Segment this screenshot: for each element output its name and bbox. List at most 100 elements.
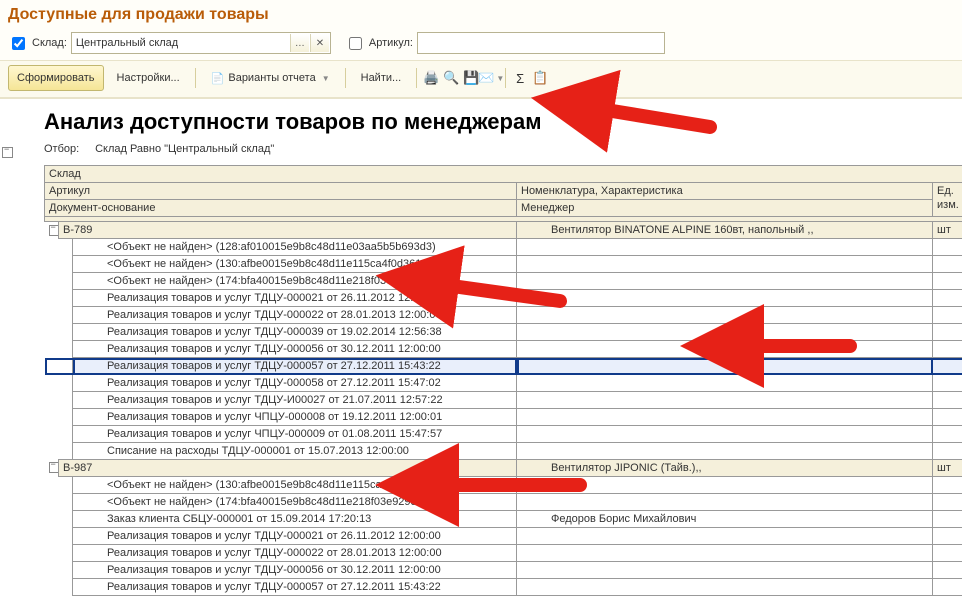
- art-input[interactable]: [417, 32, 665, 54]
- document-row[interactable]: Реализация товаров и услуг ТДЦУ-000058 о…: [45, 375, 962, 392]
- cell-manager: [517, 341, 933, 358]
- col-manager: Менеджер: [517, 200, 933, 217]
- group-article[interactable]: В-987: [59, 460, 517, 477]
- group-collapse[interactable]: [49, 225, 59, 236]
- cell-doc: Реализация товаров и услуг ТДЦУ-000022 о…: [73, 307, 517, 324]
- cell-doc: Реализация товаров и услуг ТДЦУ-000058 о…: [73, 375, 517, 392]
- document-row[interactable]: <Объект не найден> (174:bfa40015e9b8c48d…: [45, 273, 962, 290]
- col-doc: Документ-основание: [45, 200, 517, 217]
- cell-doc: <Объект не найден> (128:af010015e9b8c48d…: [73, 239, 517, 256]
- cell-doc: Реализация товаров и услуг ТДЦУ-000021 о…: [73, 528, 517, 545]
- document-row[interactable]: Списание на расходы ТДЦУ-000001 от 15.07…: [45, 443, 962, 460]
- preview-icon[interactable]: 🔍: [443, 70, 459, 86]
- cell-doc: <Объект не найден> (130:afbe0015e9b8c48d…: [73, 477, 517, 494]
- cell-doc: Реализация товаров и услуг ЧПЦУ-000008 о…: [73, 409, 517, 426]
- cell-doc: Реализация товаров и услуг ТДЦУ-000021 о…: [73, 290, 517, 307]
- document-row[interactable]: <Объект не найден> (130:afbe0015e9b8c48d…: [45, 256, 962, 273]
- document-row[interactable]: Реализация товаров и услуг ТДЦУ-000021 о…: [45, 528, 962, 545]
- document-row[interactable]: Реализация товаров и услуг ТДЦУ-000056 о…: [45, 341, 962, 358]
- document-row[interactable]: Реализация товаров и услуг ТДЦУ-000057 о…: [45, 358, 962, 375]
- print-icon[interactable]: 🖨️: [423, 70, 439, 86]
- filter-bar: Склад: Центральный склад … ✕ Артикул:: [0, 28, 962, 60]
- document-row[interactable]: Реализация товаров и услуг ТДЦУ-000022 о…: [45, 545, 962, 562]
- cell-doc: <Объект не найден> (130:afbe0015e9b8c48d…: [73, 256, 517, 273]
- document-row[interactable]: <Объект не найден> (128:af010015e9b8c48d…: [45, 239, 962, 256]
- variants-button[interactable]: 📄 Варианты отчета ▼: [202, 65, 339, 91]
- document-row[interactable]: Реализация товаров и услуг ЧПЦУ-000008 о…: [45, 409, 962, 426]
- group-nomen: Вентилятор BINATONE ALPINE 160вт, наполь…: [517, 222, 933, 239]
- group-article[interactable]: В-789: [59, 222, 517, 239]
- save-icon[interactable]: 💾: [463, 70, 479, 86]
- group-nomen: Вентилятор JIPONIC (Тайв.),,: [517, 460, 933, 477]
- cell-manager: [517, 290, 933, 307]
- cell-manager: [517, 494, 933, 511]
- cell-manager: [517, 528, 933, 545]
- document-row[interactable]: Реализация товаров и услуг ТДЦУ-000039 о…: [45, 324, 962, 341]
- document-row[interactable]: Реализация товаров и услуг ТДЦУ-000056 о…: [45, 562, 962, 579]
- document-row[interactable]: <Объект не найден> (174:bfa40015e9b8c48d…: [45, 494, 962, 511]
- cell-manager: [517, 239, 933, 256]
- col-sklad: Склад: [45, 166, 962, 183]
- document-row[interactable]: Реализация товаров и услуг ЧПЦУ-000009 о…: [45, 426, 962, 443]
- cell-manager: [517, 477, 933, 494]
- cell-doc: Реализация товаров и услуг ТДЦУ-И00027 о…: [73, 392, 517, 409]
- document-row[interactable]: Реализация товаров и услуг ТДЦУ-000021 о…: [45, 290, 962, 307]
- cell-doc: Реализация товаров и услуг ТДЦУ-000056 о…: [73, 341, 517, 358]
- cell-manager: [517, 392, 933, 409]
- cell-manager: [517, 256, 933, 273]
- cell-manager: [517, 324, 933, 341]
- cell-doc: <Объект не найден> (174:bfa40015e9b8c48d…: [73, 273, 517, 290]
- col-ed: Ед. изм.: [933, 183, 962, 217]
- settings-button[interactable]: Настройки...: [108, 65, 189, 91]
- cell-manager: [517, 273, 933, 290]
- group-ed: шт: [933, 460, 962, 477]
- cell-manager: [517, 443, 933, 460]
- cell-doc: <Объект не найден> (174:bfa40015e9b8c48d…: [73, 494, 517, 511]
- find-button[interactable]: Найти...: [352, 65, 411, 91]
- cell-manager: [517, 375, 933, 392]
- copy-icon[interactable]: 📋: [532, 70, 548, 86]
- cell-manager: [517, 426, 933, 443]
- cell-manager: [517, 307, 933, 324]
- toolbar: Сформировать Настройки... 📄 Варианты отч…: [0, 60, 962, 98]
- report-title: Анализ доступности товаров по менеджерам: [44, 99, 958, 143]
- group-collapse[interactable]: [49, 462, 59, 473]
- mail-icon[interactable]: ✉️▼: [483, 70, 499, 86]
- art-checkbox[interactable]: [349, 37, 362, 50]
- cell-doc: Реализация товаров и услуг ТДЦУ-000056 о…: [73, 562, 517, 579]
- document-row[interactable]: Реализация товаров и услуг ТДЦУ-000022 о…: [45, 307, 962, 324]
- sklad-label: Склад:: [32, 37, 67, 49]
- report-grid[interactable]: Склад Артикул Номенклатура, Характеристи…: [44, 165, 962, 596]
- outline-collapse-root[interactable]: [2, 147, 13, 158]
- report-area: Анализ доступности товаров по менеджерам…: [0, 98, 962, 596]
- cell-manager: [517, 358, 933, 375]
- col-article: Артикул: [45, 183, 517, 200]
- form-button[interactable]: Сформировать: [8, 65, 104, 91]
- cell-doc: Реализация товаров и услуг ТДЦУ-000039 о…: [73, 324, 517, 341]
- cell-doc: Реализация товаров и услуг ЧПЦУ-000009 о…: [73, 426, 517, 443]
- sklad-combo[interactable]: Центральный склад … ✕: [71, 32, 331, 54]
- page-title: Доступные для продажи товары: [0, 0, 962, 28]
- cell-manager: [517, 409, 933, 426]
- document-row[interactable]: Заказ клиента СБЦУ-000001 от 15.09.2014 …: [45, 511, 962, 528]
- document-row[interactable]: Реализация товаров и услуг ТДЦУ-И00027 о…: [45, 392, 962, 409]
- cell-doc: Заказ клиента СБЦУ-000001 от 15.09.2014 …: [73, 511, 517, 528]
- cell-manager: [517, 579, 933, 596]
- sklad-ellipsis-icon[interactable]: …: [290, 34, 309, 52]
- group-ed: шт: [933, 222, 962, 239]
- cell-doc: Списание на расходы ТДЦУ-000001 от 15.07…: [73, 443, 517, 460]
- col-nomen: Номенклатура, Характеристика: [517, 183, 933, 200]
- report-filter: Отбор: Склад Равно "Центральный склад": [44, 143, 958, 165]
- document-row[interactable]: <Объект не найден> (130:afbe0015e9b8c48d…: [45, 477, 962, 494]
- cell-doc: Реализация товаров и услуг ТДЦУ-000022 о…: [73, 545, 517, 562]
- chevron-down-icon: ▼: [322, 74, 330, 83]
- cell-manager: [517, 562, 933, 579]
- art-label: Артикул:: [369, 37, 413, 49]
- cell-manager: [517, 545, 933, 562]
- sklad-checkbox[interactable]: [12, 37, 25, 50]
- cell-manager: Федоров Борис Михайлович: [517, 511, 933, 528]
- sklad-value: Центральный склад: [72, 33, 290, 53]
- sum-icon[interactable]: Σ: [512, 70, 528, 86]
- document-row[interactable]: Реализация товаров и услуг ТДЦУ-000057 о…: [45, 579, 962, 596]
- sklad-clear-icon[interactable]: ✕: [310, 34, 329, 52]
